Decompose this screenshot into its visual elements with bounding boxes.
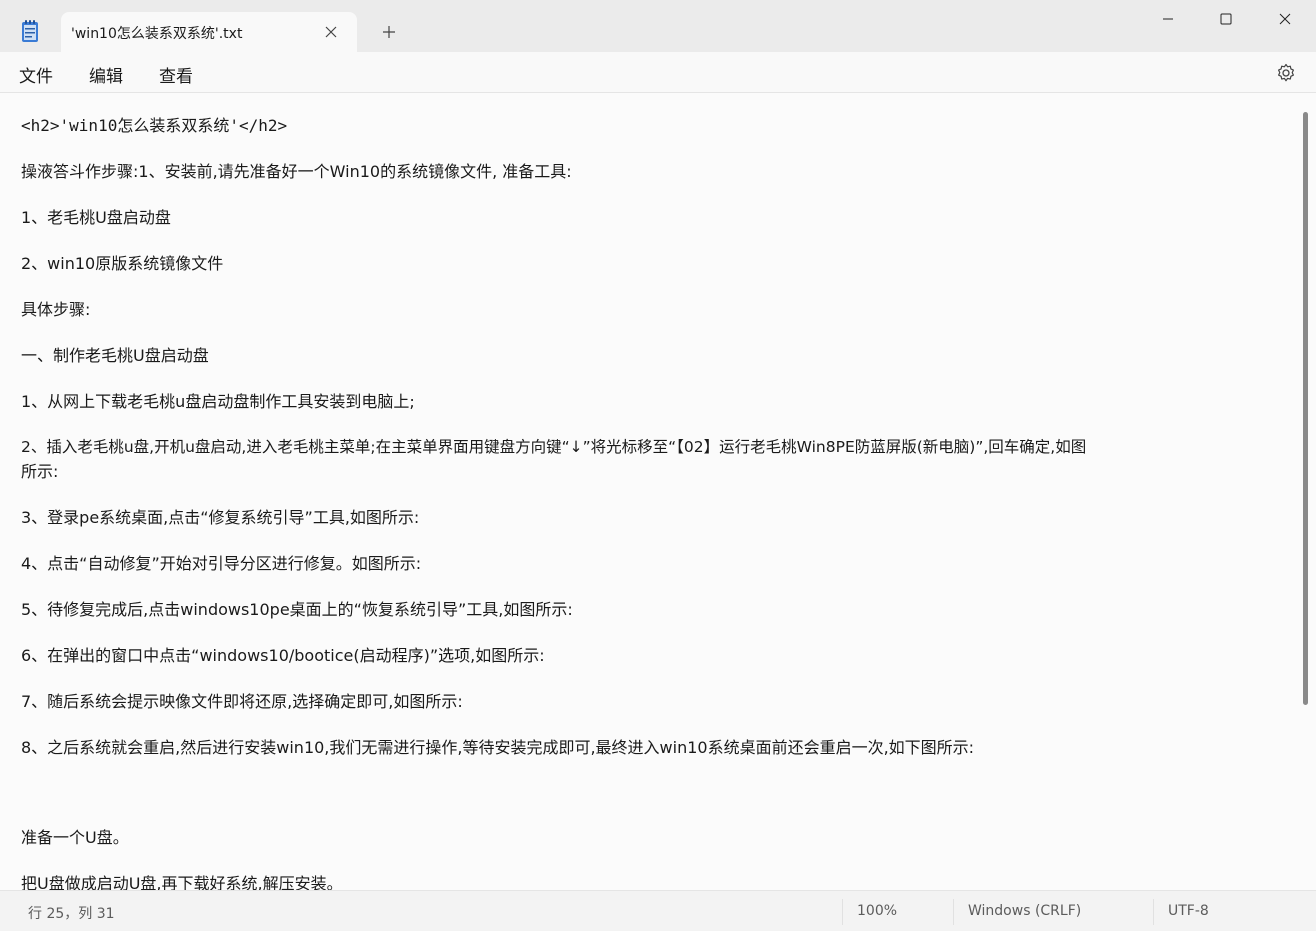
notepad-icon — [22, 20, 38, 42]
text-line: <h2>'win10怎么装系双系统'</h2> — [21, 116, 288, 135]
status-divider — [842, 899, 843, 925]
text-line: 所示: — [21, 462, 59, 481]
text-line: 3、登录pe系统桌面,点击“修复系统引导”工具,如图所示: — [21, 508, 420, 527]
menu-file[interactable]: 文件 — [19, 62, 53, 87]
title-bar: 'win10怎么装系双系统'.txt — [0, 0, 1316, 52]
text-line: 把U盘做成启动U盘,再下载好系统,解压安装。 — [21, 874, 343, 890]
document-tab[interactable]: 'win10怎么装系双系统'.txt — [61, 12, 357, 52]
text-line: 1、从网上下载老毛桃u盘启动盘制作工具安装到电脑上; — [21, 392, 415, 411]
status-divider — [1153, 899, 1154, 925]
text-line: 2、插入老毛桃u盘,开机u盘启动,进入老毛桃主菜单;在主菜单界面用键盘方向键“↓… — [21, 438, 1087, 456]
text-line: 操液答斗作步骤:1、安装前,请先准备好一个Win10的系统镜像文件, 准备工具: — [21, 162, 572, 181]
line-ending[interactable]: Windows (CRLF) — [968, 903, 1081, 919]
maximize-icon — [1220, 13, 1232, 25]
new-tab-button[interactable] — [379, 22, 399, 42]
minimize-button[interactable] — [1139, 0, 1197, 38]
minimize-icon — [1163, 18, 1173, 20]
text-line: 1、老毛桃U盘启动盘 — [21, 208, 171, 227]
text-line: 2、win10原版系统镜像文件 — [21, 254, 224, 273]
tab-title: 'win10怎么装系双系统'.txt — [71, 26, 243, 42]
maximize-button[interactable] — [1197, 0, 1255, 38]
text-line: 一、制作老毛桃U盘启动盘 — [21, 346, 209, 365]
text-line: 5、待修复完成后,点击windows10pe桌面上的“恢复系统引导”工具,如图所… — [21, 600, 573, 619]
text-line: 6、在弹出的窗口中点击“windows10/bootice(启动程序)”选项,如… — [21, 646, 545, 665]
text-line: 8、之后系统就会重启,然后进行安装win10,我们无需进行操作,等待安装完成即可… — [21, 738, 975, 757]
menu-edit[interactable]: 编辑 — [89, 62, 123, 87]
status-bar: 行 25，列 31 100% Windows (CRLF) UTF-8 — [0, 890, 1316, 931]
status-divider — [953, 899, 954, 925]
text-line: 准备一个U盘。 — [21, 828, 129, 847]
text-line: 4、点击“自动修复”开始对引导分区进行修复。如图所示: — [21, 554, 422, 573]
menu-bar: 文件 编辑 查看 — [0, 52, 1316, 93]
zoom-level[interactable]: 100% — [857, 903, 897, 919]
plus-icon — [383, 26, 395, 38]
gear-icon[interactable] — [1275, 62, 1297, 84]
text-line: 7、随后系统会提示映像文件即将还原,选择确定即可,如图所示: — [21, 692, 463, 711]
menu-view[interactable]: 查看 — [159, 62, 193, 87]
close-icon — [325, 26, 337, 38]
tab-close-button[interactable] — [321, 22, 341, 42]
text-line: 具体步骤: — [21, 300, 91, 319]
close-icon — [1279, 13, 1291, 25]
cursor-position[interactable]: 行 25，列 31 — [28, 903, 115, 923]
encoding[interactable]: UTF-8 — [1168, 903, 1209, 919]
close-window-button[interactable] — [1256, 0, 1314, 38]
text-editor[interactable]: <h2>'win10怎么装系双系统'</h2> 操液答斗作步骤:1、安装前,请先… — [0, 93, 1316, 890]
vertical-scrollbar[interactable] — [1303, 112, 1308, 705]
notepad-window: 'win10怎么装系双系统'.txt 文件 编辑 查看 <h2>'win10怎么… — [0, 0, 1316, 931]
